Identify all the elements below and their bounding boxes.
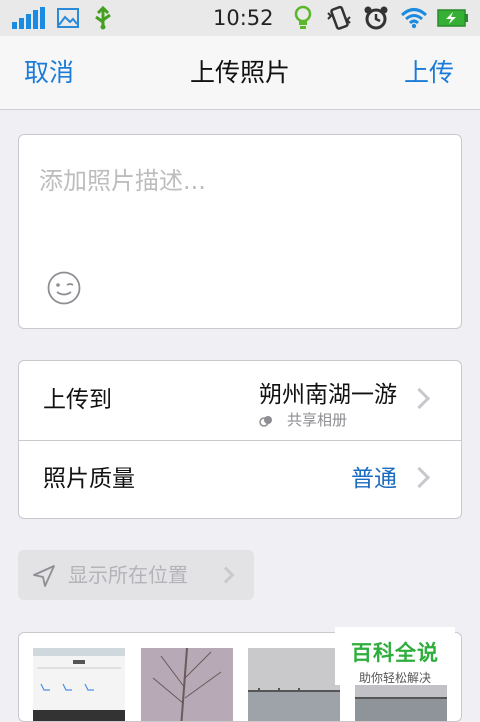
- wifi-icon: [400, 0, 428, 36]
- show-location-button[interactable]: 显示所在位置: [18, 550, 254, 600]
- chevron-right-icon: [217, 566, 235, 584]
- upload-to-label: 上传到: [43, 387, 112, 413]
- signal-icon: [12, 0, 46, 36]
- nav-bar: 上传照片 取消 上传: [0, 36, 480, 110]
- status-bar: 10:52: [0, 0, 480, 36]
- alarm-icon: [363, 0, 389, 36]
- photo-quality-label: 照片质量: [43, 466, 135, 492]
- upload-options-card: 上传到 朔州南湖一游 共享相册 照片质量 普通: [18, 360, 462, 519]
- description-card: [18, 134, 462, 329]
- image-icon: [57, 0, 79, 36]
- album-type: 共享相册: [286, 411, 347, 429]
- watermark-logo: 百科全说 助你轻松解决: [335, 627, 455, 685]
- location-arrow-icon: [32, 564, 56, 592]
- bulb-icon: [294, 0, 312, 36]
- chevron-right-icon: [408, 387, 431, 410]
- album-name: 朔州南湖一游: [259, 382, 397, 408]
- upload-button[interactable]: 上传: [404, 36, 454, 109]
- watermark-title: 百科全说: [351, 641, 439, 665]
- photo-quality-value: 普通: [351, 466, 397, 492]
- upload-to-row[interactable]: 上传到 朔州南湖一游 共享相册: [19, 361, 461, 441]
- status-time: 10:52: [213, 6, 274, 30]
- emoji-icon[interactable]: [47, 271, 81, 305]
- photo-quality-row[interactable]: 照片质量 普通: [19, 440, 461, 519]
- vibrate-icon: [326, 0, 352, 36]
- show-location-label: 显示所在位置: [68, 563, 188, 587]
- battery-icon: [437, 0, 469, 36]
- cancel-button[interactable]: 取消: [24, 36, 74, 109]
- chevron-right-icon: [408, 466, 431, 489]
- watermark-subtitle: 助你轻松解决: [358, 671, 431, 685]
- usb-icon: [91, 0, 115, 36]
- description-input[interactable]: [39, 167, 439, 195]
- shared-album-icon: [259, 413, 273, 432]
